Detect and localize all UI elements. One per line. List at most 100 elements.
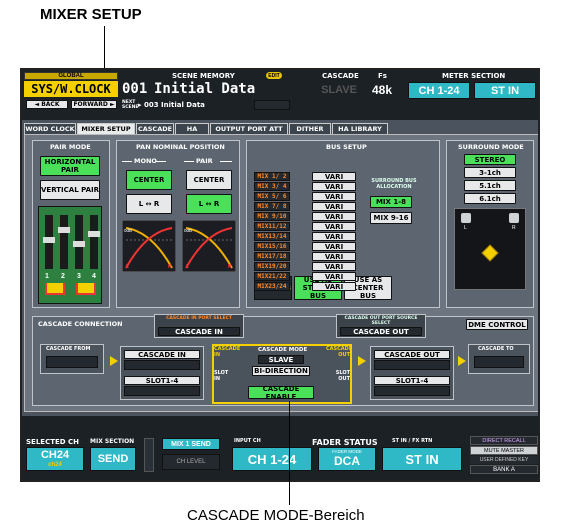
bus-setup-title: BUS SETUP	[326, 143, 367, 151]
cascade-status: SLAVE	[321, 84, 357, 96]
fs-value: 48k	[371, 83, 393, 97]
dme-control-button[interactable]: DME CONTROL	[466, 319, 528, 330]
bus-vari-button[interactable]: VARI	[312, 242, 356, 251]
bus-mix-label: MIX 3/ 4	[254, 182, 290, 191]
tab-word-clock[interactable]: WORD CLOCK	[24, 123, 76, 134]
pair-mode-diagram: 1 2 3 4	[38, 206, 102, 304]
st-in-button[interactable]: ST IN	[382, 447, 462, 471]
bus-vari-button[interactable]: VARI	[312, 172, 356, 181]
pair-channel-1: 1	[45, 273, 49, 280]
tab-output-port-att[interactable]: OUTPUT PORT ATT	[210, 123, 288, 134]
global-title[interactable]: SYS/W.CLOCK	[24, 81, 118, 97]
mono-r-label: R	[168, 264, 172, 270]
global-label: GLOBAL	[24, 72, 118, 80]
scene-title[interactable]: Initial Data	[154, 81, 255, 97]
cascade-mode-select[interactable]: SLAVE	[258, 355, 304, 364]
cascade-out-label: CASCADE OUT	[374, 350, 450, 359]
fader-mode-display[interactable]: FADER MODE DCA	[318, 447, 376, 471]
surround-stereo-button[interactable]: STEREO	[464, 154, 516, 165]
surround-l-label: L	[464, 225, 467, 231]
mono-lr-button[interactable]: L ↔ R	[126, 194, 172, 214]
surround-mode-title: SURROUND MODE	[458, 143, 524, 151]
st-in-fx-rtn-label: ST IN / FX RTN	[392, 438, 433, 444]
pair-channel-4: 4	[92, 273, 96, 280]
cascade-enable-button[interactable]: CASCADE ENABLE	[248, 385, 314, 401]
bus-mix-label: MIX 5/ 6	[254, 192, 290, 201]
bus-vari-button[interactable]: VARI	[312, 212, 356, 221]
cascade-in-port-select[interactable]: CASCADE IN	[158, 327, 240, 336]
slot-left-field[interactable]	[124, 386, 200, 396]
cascade-out-port-select[interactable]: CASCADE OUT	[340, 327, 422, 336]
cascade-side-in-label: CASCADE IN	[214, 346, 241, 358]
horizontal-pair-button[interactable]: HORIZONTAL PAIR	[40, 156, 100, 176]
mix-send-button[interactable]: MIX 1 SEND	[162, 438, 220, 450]
direct-recall-button[interactable]: DIRECT RECALL	[470, 436, 538, 445]
vertical-pair-button[interactable]: VERTICAL PAIR	[40, 180, 100, 200]
bus-vari-button[interactable]: VARI	[312, 252, 356, 261]
bank-button[interactable]: BANK A	[470, 465, 538, 474]
pair-lr-button[interactable]: L ↔ R	[186, 194, 232, 214]
selected-ch-label: SELECTED CH	[26, 438, 80, 446]
caption-mixer-setup: MIXER SETUP	[40, 6, 142, 23]
bi-direction-button[interactable]: BI-DIRECTION	[252, 366, 310, 376]
bus-vari-button[interactable]: VARI	[312, 262, 356, 271]
surround-pan-marker-icon[interactable]	[481, 244, 499, 262]
next-scene-label: NEXT SCENE	[122, 100, 139, 110]
arrow-right-icon	[458, 356, 466, 366]
fader-mode-value: DCA	[334, 454, 360, 468]
arrow-right-icon	[358, 356, 366, 366]
pair-center-button[interactable]: CENTER	[186, 170, 232, 190]
tab-dither[interactable]: DITHER	[289, 123, 331, 134]
forward-button[interactable]: FORWARD ►	[71, 100, 117, 109]
meter-st-button[interactable]: ST IN	[474, 82, 536, 99]
slot-in-label: SLOT IN	[214, 370, 229, 382]
tab-mixer-setup[interactable]: MIXER SETUP	[77, 123, 135, 134]
bus-vari-button[interactable]: VARI	[312, 282, 356, 291]
ch-level-button[interactable]: CH LEVEL	[162, 454, 220, 470]
bus-vari-button[interactable]: VARI	[312, 272, 356, 281]
pair-mode-title: PAIR MODE	[50, 143, 91, 151]
mix-9-16-button[interactable]: MIX 9-16	[370, 212, 412, 224]
bus-mix-label: MIX23/24	[254, 282, 290, 291]
bus-vari-button[interactable]: VARI	[312, 232, 356, 241]
slot-left-label: SLOT1-4	[124, 376, 200, 385]
input-ch-button[interactable]: CH 1-24	[232, 447, 312, 471]
tab-cascade[interactable]: CASCADE	[136, 123, 174, 134]
pair-r-label: R	[228, 264, 232, 270]
cascade-to-label: CASCADE TO	[478, 346, 514, 352]
cascade-side-out-label: CASCADE OUT	[326, 346, 353, 358]
meter-ch-button[interactable]: CH 1-24	[408, 82, 470, 99]
mix-1-8-button[interactable]: MIX 1-8	[370, 196, 412, 208]
surround-5-1ch-button[interactable]: 5.1ch	[464, 180, 516, 191]
pan-pair-label: PAIR	[196, 157, 213, 165]
fader-status-label: FADER STATUS	[312, 438, 378, 447]
next-scene-box	[254, 100, 290, 110]
input-ch-label: INPUT CH	[234, 438, 261, 444]
surround-3-1ch-button[interactable]: 3-1ch	[464, 167, 516, 178]
arrow-right-icon	[110, 356, 118, 366]
surround-6-1ch-button[interactable]: 6.1ch	[464, 193, 516, 204]
caption-leader-bottom	[289, 401, 290, 505]
tab-ha-library[interactable]: HA LIBRARY	[332, 123, 388, 134]
bus-mix-label: MIX 9/10	[254, 212, 290, 221]
bus-mix-label: MIX13/14	[254, 232, 290, 241]
next-scene-value: ▸ 003 Initial Data	[138, 101, 205, 109]
mono-l-label: L	[126, 264, 130, 270]
cascade-from-field[interactable]	[46, 356, 98, 368]
mix-section-button[interactable]: SEND	[90, 447, 136, 471]
mute-master-button[interactable]: MUTE MASTER	[470, 446, 538, 455]
cascade-to-field[interactable]	[474, 356, 524, 368]
tab-ha[interactable]: HA	[175, 123, 209, 134]
bus-vari-button[interactable]: VARI	[312, 182, 356, 191]
selected-ch-display[interactable]: CH24 ch24	[26, 447, 84, 471]
cascade-in-connector-icon	[124, 360, 200, 370]
bus-vari-button[interactable]: VARI	[312, 222, 356, 231]
back-button[interactable]: ◄ BACK	[26, 100, 68, 109]
mono-center-button[interactable]: CENTER	[126, 170, 172, 190]
bus-vari-button[interactable]: VARI	[312, 202, 356, 211]
bus-vari-button[interactable]: VARI	[312, 192, 356, 201]
bus-mix-label: MIX21/22	[254, 272, 290, 281]
slot-right-field[interactable]	[374, 386, 450, 396]
surround-alloc-label: SURROUND BUS ALLOCATION	[371, 178, 417, 190]
scene-number[interactable]: 001	[122, 81, 147, 97]
